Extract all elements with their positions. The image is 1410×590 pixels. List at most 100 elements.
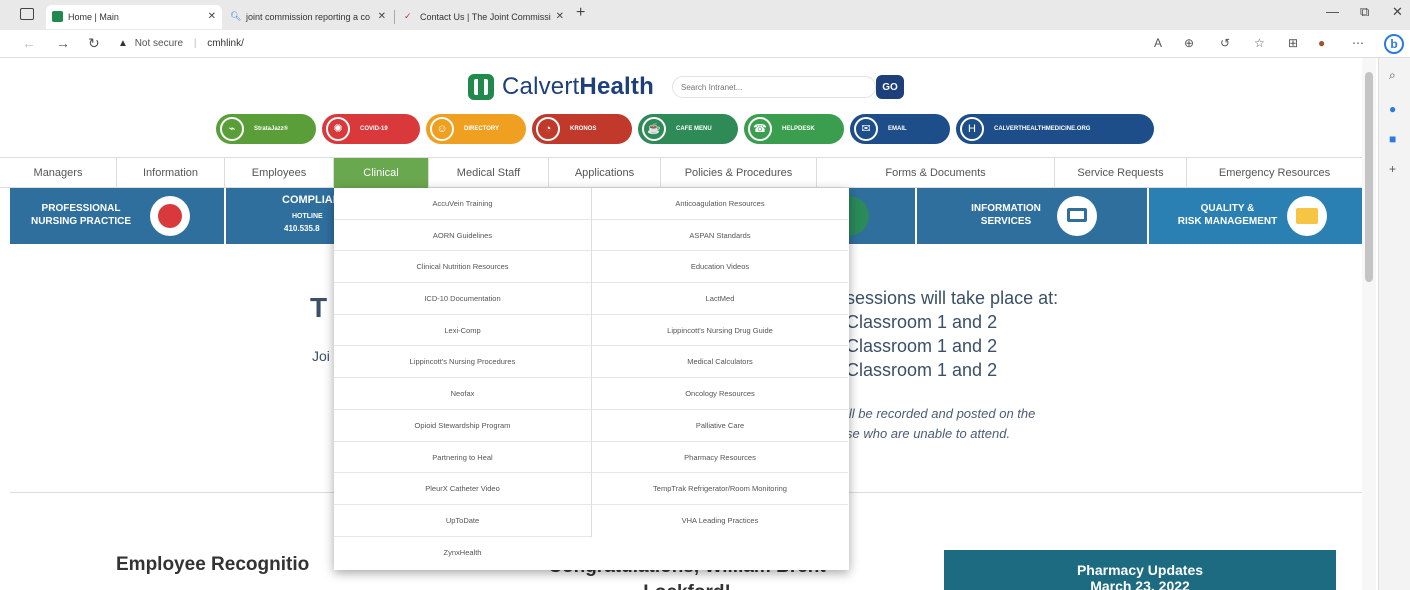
folder-icon xyxy=(1287,196,1327,236)
menu-item-pharmacy-resources[interactable]: Pharmacy Resources xyxy=(592,442,848,474)
close-icon[interactable]: ✕ xyxy=(378,5,386,29)
quicklink-label: KRONOS xyxy=(570,126,597,132)
page-heading-partial: T xyxy=(310,292,328,323)
menu-item-anticoagulation[interactable]: Anticoagulation Resources xyxy=(592,188,848,220)
intranet-page: CalvertHealth GO ⌁ StrataJazz® ✺ COVID-1… xyxy=(0,58,1362,590)
quicklink-stratajazz[interactable]: ⌁ StrataJazz® xyxy=(216,114,316,144)
close-icon[interactable]: ✕ xyxy=(208,5,216,29)
new-tab-icon[interactable]: + xyxy=(576,4,585,22)
tab-joint-commission-search[interactable]: 🔍︎ joint commission reporting a co ✕ xyxy=(224,5,392,29)
menu-item-partnering-to-heal[interactable]: Partnering to Heal xyxy=(334,442,591,474)
quicklink-label: EMAIL xyxy=(888,126,907,132)
nav-clinical[interactable]: Clinical xyxy=(334,158,429,188)
menu-item-medical-calculators[interactable]: Medical Calculators xyxy=(592,346,848,379)
menu-item-uptodate[interactable]: UpToDate xyxy=(334,505,591,537)
quicklink-label: CAFE MENU xyxy=(676,126,712,132)
quicklink-directory[interactable]: ☺ DIRECTORY xyxy=(426,114,526,144)
menu-item-clinical-nutrition[interactable]: Clinical Nutrition Resources xyxy=(334,251,591,284)
menu-item-oncology-resources[interactable]: Oncology Resources xyxy=(592,378,848,410)
forward-icon[interactable]: → xyxy=(56,35,70,51)
restore-icon[interactable]: ⧉ xyxy=(1360,4,1369,20)
menu-item-lippincott-drug-guide[interactable]: Lippincott's Nursing Drug Guide xyxy=(592,315,848,347)
back-icon[interactable]: ← xyxy=(22,35,36,51)
menu-item-zynxhealth[interactable]: ZynxHealth xyxy=(334,537,591,569)
menu-item-vha-leading-practices[interactable]: VHA Leading Practices xyxy=(592,505,848,537)
nav-forms-documents[interactable]: Forms & Documents xyxy=(817,158,1055,188)
favorite-icon[interactable]: ☆ xyxy=(1254,36,1265,50)
search-go-button[interactable]: GO xyxy=(876,75,904,99)
menu-item-accuvein-training[interactable]: AccuVein Training xyxy=(334,188,591,220)
calvert-icon: H xyxy=(960,117,984,141)
window-close-icon[interactable]: ✕ xyxy=(1392,4,1403,20)
menu-item-pleurx-video[interactable]: PleurX Catheter Video xyxy=(334,473,591,505)
clinical-dropdown-menu: AccuVein Training AORN Guidelines Clinic… xyxy=(334,188,849,570)
quicklink-calverthealthmedicine[interactable]: H CALVERTHEALTHMEDICINE.ORG xyxy=(956,114,1154,144)
pharmacy-updates-card[interactable]: Pharmacy Updates March 23, 2022 xyxy=(944,550,1336,590)
menu-item-lexi-comp[interactable]: Lexi-Comp xyxy=(334,315,591,347)
sidebar-tools-icon[interactable]: ■ xyxy=(1389,132,1396,146)
quicklink-kronos[interactable]: ◔ KRONOS xyxy=(532,114,632,144)
minimize-icon[interactable]: — xyxy=(1326,4,1339,19)
nav-managers[interactable]: Managers xyxy=(0,158,117,188)
nav-service-requests[interactable]: Service Requests xyxy=(1055,158,1187,188)
menu-item-palliative-care[interactable]: Palliative Care xyxy=(592,410,848,442)
training-sessions-text: sessions will take place at: Classroom 1… xyxy=(846,286,1058,382)
monitor-icon xyxy=(1057,196,1097,236)
menu-item-lippincott-procedures[interactable]: Lippincott's Nursing Procedures xyxy=(334,346,591,379)
calverthealth-logo[interactable]: CalvertHealth xyxy=(468,72,654,102)
menu-item-lactmed[interactable]: LactMed xyxy=(592,283,848,315)
nav-medical-staff[interactable]: Medical Staff xyxy=(429,158,549,188)
refresh-page-icon[interactable]: ↺ xyxy=(1220,36,1230,50)
note-line: se who are unable to attend. xyxy=(846,426,1011,441)
person-icon: ☺ xyxy=(430,117,454,141)
menu-item-icd10-documentation[interactable]: ICD-10 Documentation xyxy=(334,283,591,315)
nav-applications[interactable]: Applications xyxy=(549,158,661,188)
tab-actions-icon[interactable] xyxy=(20,8,34,20)
refresh-icon[interactable]: ↻ xyxy=(88,35,100,52)
intranet-search-input[interactable] xyxy=(672,76,876,98)
close-icon[interactable]: ✕ xyxy=(556,5,564,29)
email-icon: ✉ xyxy=(854,117,878,141)
menu-item-education-videos[interactable]: Education Videos xyxy=(592,251,848,284)
nav-information[interactable]: Information xyxy=(117,158,225,188)
banner-nursing-practice[interactable]: PROFESSIONAL NURSING PRACTICE xyxy=(10,188,224,244)
menu-item-opioid-stewardship[interactable]: Opioid Stewardship Program xyxy=(334,410,591,442)
menu-item-temptrak[interactable]: TempTrak Refrigerator/Room Monitoring xyxy=(592,473,848,505)
quicklink-email[interactable]: ✉ EMAIL xyxy=(850,114,950,144)
quicklink-covid19[interactable]: ✺ COVID-19 xyxy=(322,114,420,144)
banner-information-services[interactable]: INFORMATION SERVICES xyxy=(917,188,1147,244)
quicklink-helpdesk[interactable]: ☎ HELPDESK xyxy=(744,114,844,144)
read-aloud-icon[interactable]: A xyxy=(1154,36,1162,50)
quicklink-label: StrataJazz® xyxy=(254,126,289,132)
nav-emergency-resources[interactable]: Emergency Resources xyxy=(1187,158,1362,188)
more-menu-icon[interactable]: ⋯ xyxy=(1352,36,1364,50)
scrollbar-thumb[interactable] xyxy=(1365,72,1373,282)
joint-commission-icon: ✓ xyxy=(404,11,412,21)
quicklink-cafe-menu[interactable]: ☕ CAFE MENU xyxy=(638,114,738,144)
tab-home-main[interactable]: Home | Main ✕ xyxy=(46,5,222,29)
url-field[interactable]: ▲ Not secure | cmhlink/ xyxy=(118,38,244,49)
security-label: Not secure xyxy=(134,38,184,49)
session-line: Classroom 1 and 2 xyxy=(846,312,998,332)
collections-icon[interactable]: ⊞ xyxy=(1288,36,1298,50)
session-line: Classroom 1 and 2 xyxy=(846,360,998,380)
virus-icon: ✺ xyxy=(326,117,350,141)
calvert-favicon-icon xyxy=(52,11,63,22)
profile-avatar-icon[interactable]: ● xyxy=(1318,36,1325,50)
tab-contact-us[interactable]: ✓ Contact Us | The Joint Commissi ✕ xyxy=(398,5,570,29)
sidebar-shopping-icon[interactable]: ● xyxy=(1389,102,1396,116)
tracking-icon[interactable]: ⊕ xyxy=(1184,36,1194,50)
nav-employees[interactable]: Employees xyxy=(225,158,334,188)
page-scrollbar[interactable] xyxy=(1362,58,1376,590)
banner-quality-risk[interactable]: QUALITY & RISK MANAGEMENT xyxy=(1149,188,1362,244)
strata-icon: ⌁ xyxy=(220,117,244,141)
menu-item-neofax[interactable]: Neofax xyxy=(334,378,591,410)
menu-item-aorn-guidelines[interactable]: AORN Guidelines xyxy=(334,220,591,252)
sidebar-add-icon[interactable]: + xyxy=(1389,162,1396,176)
sidebar-search-icon[interactable]: ⌕ xyxy=(1389,68,1396,83)
bing-chat-icon[interactable]: b xyxy=(1384,34,1404,54)
banner-compliance[interactable]: COMPLIAN HOTLINE 410.535.8 xyxy=(226,188,341,244)
nav-policies-procedures[interactable]: Policies & Procedures xyxy=(661,158,817,188)
logo-mark-icon xyxy=(468,74,494,100)
menu-item-aspan-standards[interactable]: ASPAN Standards xyxy=(592,220,848,252)
